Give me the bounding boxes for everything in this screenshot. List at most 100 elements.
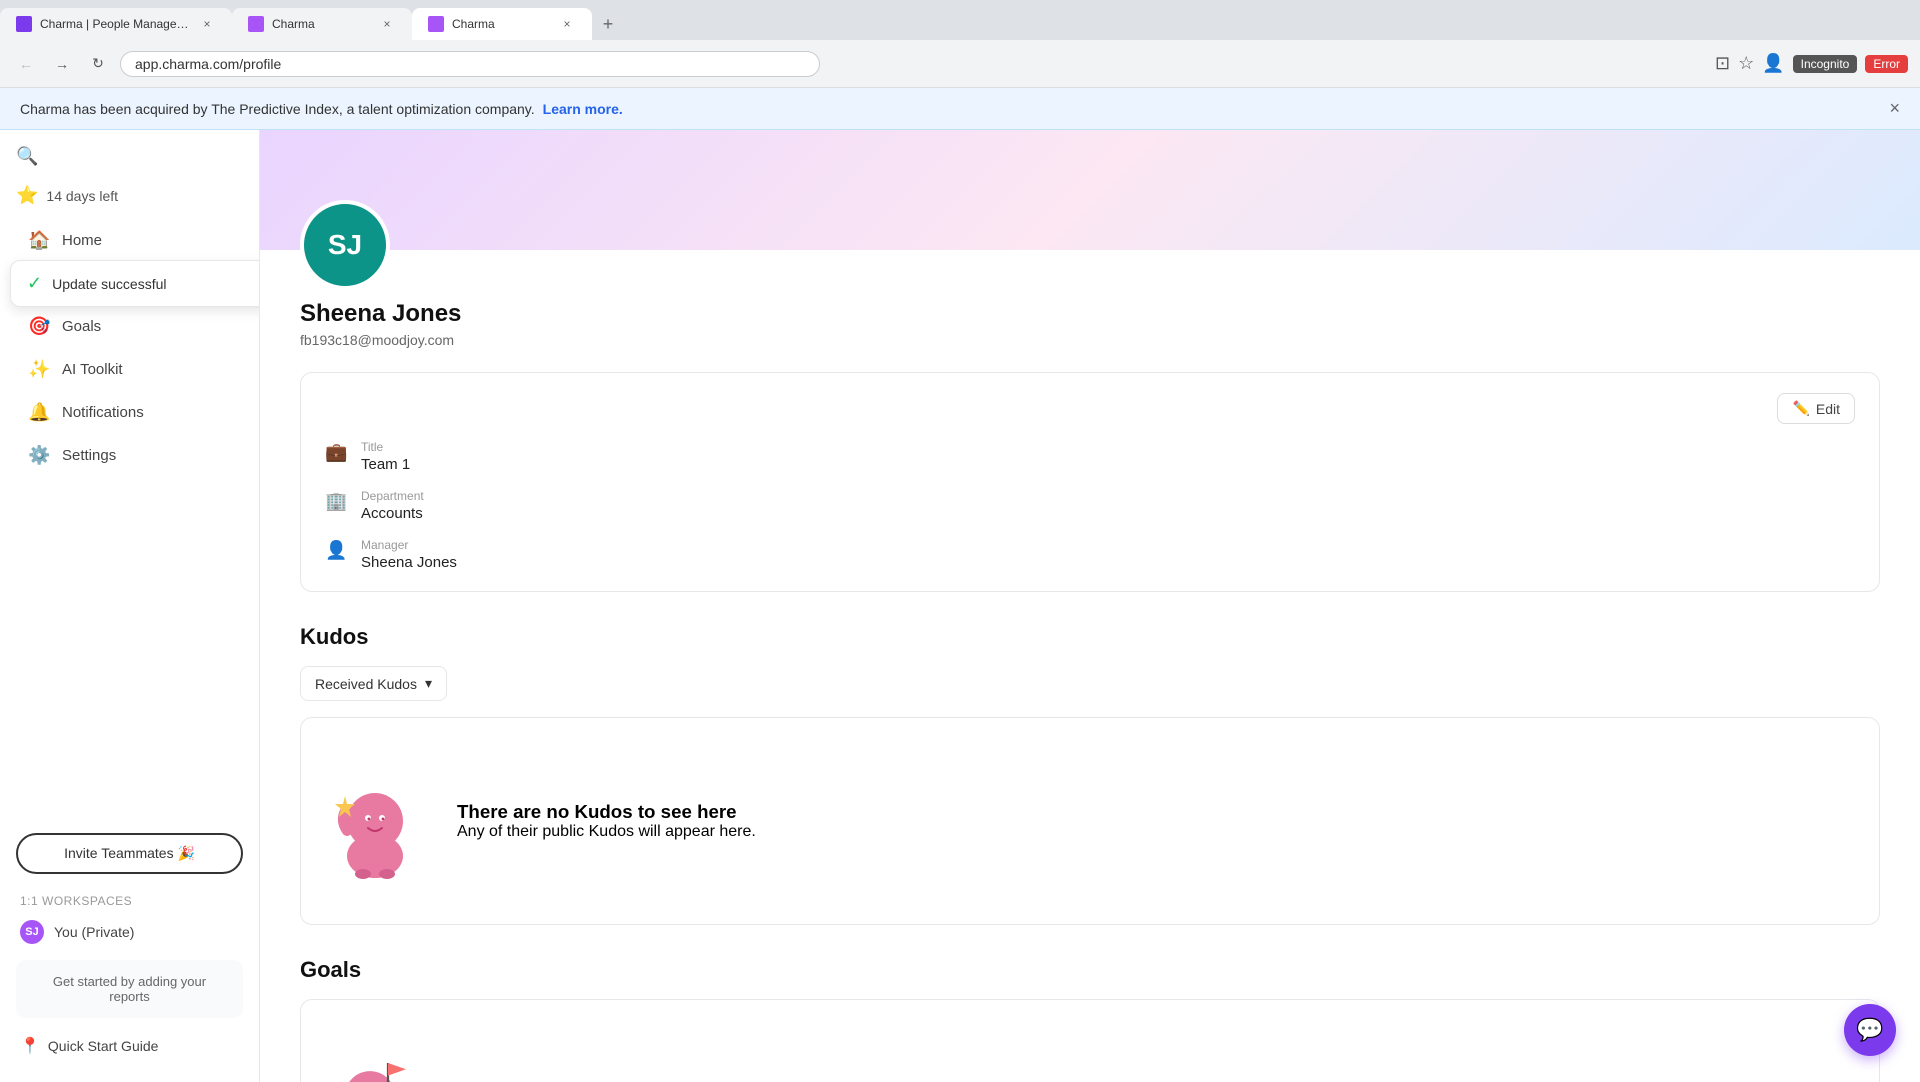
sidebar-item-ai-toolkit[interactable]: ✨ AI Toolkit: [8, 349, 251, 390]
tab-2-favicon: [248, 16, 264, 32]
tab-3-favicon: [428, 16, 444, 32]
get-started-text: Get started by adding your reports: [53, 974, 206, 1004]
announcement-link[interactable]: Learn more.: [543, 101, 623, 117]
profile-email: fb193c18@moodjoy.com: [300, 332, 1880, 348]
chat-button[interactable]: 💬: [1844, 1004, 1896, 1056]
workspace-item-label: You (Private): [54, 924, 134, 940]
workspace-item-private[interactable]: SJ You (Private): [0, 912, 259, 952]
home-icon: 🏠: [28, 230, 50, 251]
tab-1-favicon: [16, 16, 32, 32]
kudos-empty-text: There are no Kudos to see here Any of th…: [457, 801, 756, 841]
kudos-filter-dropdown[interactable]: Received Kudos ▾: [300, 666, 447, 701]
quick-start-label: Quick Start Guide: [48, 1038, 159, 1054]
browser-chrome: Charma | People Management ... × Charma …: [0, 0, 1920, 88]
trial-icon: ⭐: [16, 185, 38, 206]
sidebar-item-notifications[interactable]: 🔔 Notifications: [8, 392, 251, 433]
trial-label: 14 days left: [46, 188, 118, 204]
sidebar-item-home[interactable]: 🏠 Home: [8, 220, 251, 261]
sidebar-item-label-goals: Goals: [62, 318, 101, 335]
sidebar-item-label-ai-toolkit: AI Toolkit: [62, 361, 123, 378]
tab-bar: Charma | People Management ... × Charma …: [0, 0, 1920, 40]
manager-value: Sheena Jones: [361, 554, 457, 571]
workspaces-section-label: 1:1 Workspaces: [0, 886, 259, 912]
quick-start-icon: 📍: [20, 1036, 40, 1056]
chat-icon: 💬: [1856, 1017, 1883, 1043]
profile-field-title: 💼 Title Team 1: [325, 440, 1855, 473]
sidebar: ✓ Update successful × 🔍 ⭐ 14 days left 🏠…: [0, 130, 260, 1082]
tab-1-close[interactable]: ×: [198, 15, 216, 33]
kudos-section-title: Kudos: [300, 624, 1880, 650]
kudos-empty-state: There are no Kudos to see here Any of th…: [300, 717, 1880, 925]
edit-button[interactable]: ✏️ Edit: [1777, 393, 1855, 424]
title-info: Title Team 1: [361, 440, 410, 473]
profile-name: Sheena Jones: [300, 300, 1880, 328]
department-icon: 🏢: [325, 491, 347, 513]
get-started-card[interactable]: Get started by adding your reports: [16, 960, 243, 1018]
back-button[interactable]: ←: [12, 50, 40, 78]
forward-button[interactable]: →: [48, 50, 76, 78]
bookmark-icon[interactable]: ☆: [1738, 53, 1754, 74]
sidebar-item-label-home: Home: [62, 232, 102, 249]
sidebar-item-goals[interactable]: 🎯 Goals: [8, 306, 251, 347]
profile-header: SJ: [260, 130, 1920, 250]
trial-badge: ⭐ 14 days left: [0, 179, 259, 220]
announcement-text: Charma has been acquired by The Predicti…: [20, 101, 535, 117]
toast-check-icon: ✓: [27, 273, 42, 294]
toast-notification: ✓ Update successful ×: [10, 260, 260, 307]
manager-icon: 👤: [325, 540, 347, 562]
tab-1-label: Charma | People Management ...: [40, 17, 190, 31]
kudos-filter-label: Received Kudos: [315, 676, 417, 692]
notifications-icon: 🔔: [28, 402, 50, 423]
profile-field-department: 🏢 Department Accounts: [325, 489, 1855, 522]
incognito-badge: Incognito: [1793, 55, 1858, 73]
quick-start-guide[interactable]: 📍 Quick Start Guide: [0, 1026, 259, 1066]
edit-icon: ✏️: [1792, 400, 1809, 417]
sidebar-item-label-settings: Settings: [62, 447, 116, 464]
tab-2-label: Charma: [272, 17, 315, 31]
new-tab-button[interactable]: +: [592, 8, 624, 40]
manager-label: Manager: [361, 538, 457, 552]
profile-info: Sheena Jones fb193c18@moodjoy.com: [260, 250, 1920, 372]
nav-items: 🏠 Home 💬 Coaching 🎯 Goals ✨ AI Toolkit 🔔…: [0, 220, 259, 821]
goals-icon: 🎯: [28, 316, 50, 337]
tab-2[interactable]: Charma ×: [232, 8, 412, 40]
manager-info: Manager Sheena Jones: [361, 538, 457, 571]
reload-button[interactable]: ↻: [84, 50, 112, 78]
error-badge: Error: [1865, 55, 1908, 73]
profile-icon[interactable]: 👤: [1762, 53, 1784, 74]
sidebar-item-settings[interactable]: ⚙️ Settings: [8, 435, 251, 476]
cast-icon[interactable]: ⊡: [1715, 53, 1730, 74]
kudos-empty-title: There are no Kudos to see here: [457, 801, 756, 823]
search-icon[interactable]: 🔍: [16, 146, 38, 166]
profile-card-header: ✏️ Edit: [325, 393, 1855, 424]
sidebar-search-area: 🔍: [0, 146, 259, 179]
announcement-close-button[interactable]: ×: [1889, 98, 1900, 119]
tab-3-close[interactable]: ×: [558, 15, 576, 33]
app-layout: ✓ Update successful × 🔍 ⭐ 14 days left 🏠…: [0, 130, 1920, 1082]
kudos-section: Kudos Received Kudos ▾: [260, 624, 1920, 925]
avatar-initials: SJ: [328, 229, 362, 261]
address-bar: ← → ↻ app.charma.com/profile ⊡ ☆ 👤 Incog…: [0, 40, 1920, 88]
tab-3-label: Charma: [452, 17, 495, 31]
department-info: Department Accounts: [361, 489, 424, 522]
sidebar-item-label-notifications: Notifications: [62, 404, 144, 421]
announcement-banner: Charma has been acquired by The Predicti…: [0, 88, 1920, 130]
tab-2-close[interactable]: ×: [378, 15, 396, 33]
ai-toolkit-icon: ✨: [28, 359, 50, 380]
workspace-avatar: SJ: [20, 920, 44, 944]
tab-1[interactable]: Charma | People Management ... ×: [0, 8, 232, 40]
main-content: SJ Sheena Jones fb193c18@moodjoy.com ✏️ …: [260, 130, 1920, 1082]
department-label: Department: [361, 489, 424, 503]
settings-icon: ⚙️: [28, 445, 50, 466]
tab-3[interactable]: Charma ×: [412, 8, 592, 40]
browser-actions: ⊡ ☆ 👤 Incognito Error: [1715, 53, 1908, 74]
url-bar[interactable]: app.charma.com/profile: [120, 51, 820, 77]
title-value: Team 1: [361, 456, 410, 473]
url-text: app.charma.com/profile: [135, 56, 281, 72]
invite-teammates-button[interactable]: Invite Teammates 🎉: [16, 833, 243, 874]
title-icon: 💼: [325, 442, 347, 464]
title-label: Title: [361, 440, 410, 454]
goals-mascot-illustration: [325, 1048, 415, 1082]
toast-message: Update successful: [52, 276, 166, 292]
department-value: Accounts: [361, 505, 424, 522]
